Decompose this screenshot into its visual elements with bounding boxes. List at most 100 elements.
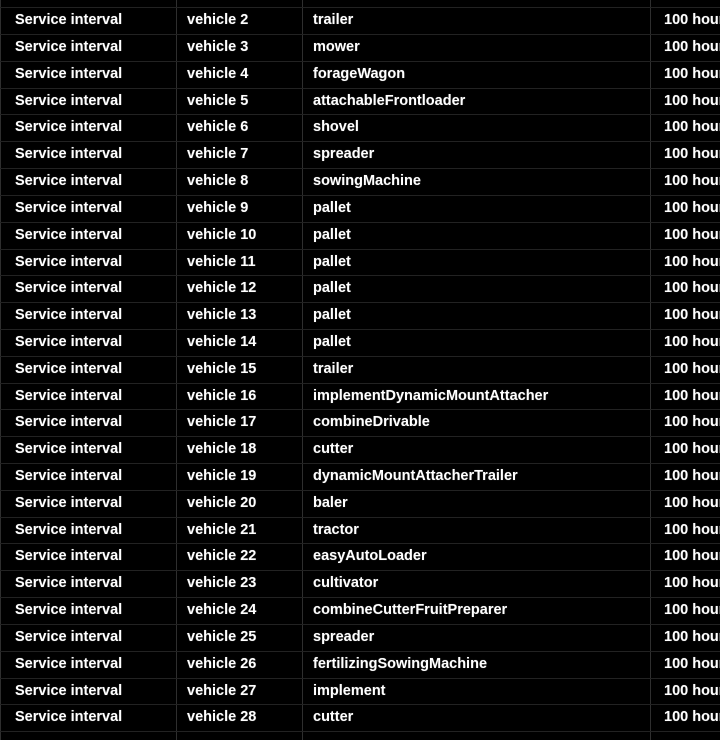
table-row[interactable]: Service intervalvehicle 6shovel100 hours xyxy=(0,114,720,143)
cell-type: Service interval xyxy=(0,543,177,572)
table-row[interactable]: Service interval vehicle 25 spreader 100 ho… xyxy=(0,623,720,652)
cell-vehicle: vehicle 28 xyxy=(176,704,303,733)
table-row[interactable]: Service interval vehicle 5 attachableFront… xyxy=(0,87,720,116)
cell-empty-type xyxy=(0,731,177,740)
cell-type: Service interval xyxy=(0,221,177,250)
cell-category: easyAutoLoader xyxy=(302,543,651,572)
table-row[interactable]: Service intervalvehicle 14pallet100 hour… xyxy=(0,328,720,357)
cell-vehicle: vehicle 14 xyxy=(176,328,303,357)
cell-value: 100 hours xyxy=(650,409,720,438)
cell-type: Service interval xyxy=(0,516,177,545)
table-row[interactable]: Service interval vehicle 27 implement 100 h… xyxy=(0,677,720,706)
cell-value: 100 hours xyxy=(650,60,720,89)
cell-vehicle: vehicle 12 xyxy=(176,275,303,304)
table-row[interactable]: Service interval vehicle 15 trailer 100 hou… xyxy=(0,355,720,384)
cell-vehicle: vehicle 3 xyxy=(176,34,303,62)
cell-category: shovel xyxy=(302,114,651,143)
cell-value: 100 hours xyxy=(650,34,720,62)
cell-category: cutter xyxy=(302,704,651,733)
cell-vehicle: vehicle 27 xyxy=(176,677,303,706)
table-row[interactable]: Service interval vehicle 7 spreader 100 hou… xyxy=(0,141,720,170)
table-row[interactable]: Service interval vehicle 26 fertilizingSow… xyxy=(0,650,720,679)
table-row[interactable]: Service interval vehicle 19 dynamicMountAt… xyxy=(0,463,720,491)
table-row[interactable]: Service intervalvehicle 13pallet100 hour… xyxy=(0,302,720,330)
cell-type: Service interval xyxy=(0,463,177,491)
cell-type: Service interval xyxy=(0,382,177,411)
table-row[interactable]: Service interval vehicle 21 tractor 100 hou… xyxy=(0,516,720,545)
cell-vehicle: vehicle 10 xyxy=(176,221,303,250)
table-row[interactable]: Service intervalvehicle 3mower100 hours xyxy=(0,34,720,62)
cell-category: pallet xyxy=(302,275,651,304)
table-row[interactable]: Service interval vehicle 24 combineCutterF… xyxy=(0,597,720,625)
cell-value: 100 hours xyxy=(650,463,720,491)
cell-value: 100 hours xyxy=(650,677,720,706)
cell-value: 100 hours xyxy=(650,248,720,277)
cell-type: Service interval xyxy=(0,7,177,36)
cell-value: 100 hours xyxy=(650,87,720,116)
table-row[interactable]: Service intervalvehicle 20baler100 hours xyxy=(0,489,720,518)
cell-value: 100 hours xyxy=(650,570,720,599)
cell-vehicle: vehicle 25 xyxy=(176,623,303,652)
cell-value: 100 hours xyxy=(650,275,720,304)
cell-category: attachableFrontloader xyxy=(302,87,651,116)
table-row[interactable]: Service interval vehicle 4 forageWagon 100 … xyxy=(0,60,720,89)
cell-type: Service interval xyxy=(0,650,177,679)
cell-type: Service interval xyxy=(0,141,177,170)
table-row[interactable]: Service intervalvehicle 28cutter100 hour… xyxy=(0,704,720,733)
cell-category: pallet xyxy=(302,248,651,277)
table-row[interactable]: Service intervalvehicle 1tractor100 hour… xyxy=(0,0,720,9)
cell-category: cutter xyxy=(302,436,651,465)
cell-vehicle: vehicle 26 xyxy=(176,650,303,679)
table-row[interactable]: Service intervalvehicle 12pallet100 hour… xyxy=(0,275,720,304)
cell-type: Service interval xyxy=(0,328,177,357)
cell-category: pallet xyxy=(302,328,651,357)
cell-type: Service interval xyxy=(0,597,177,625)
cell-value: 100 hours xyxy=(650,623,720,652)
table-row[interactable]: Service intervalvehicle 18cutter100 hour… xyxy=(0,436,720,465)
cell-empty-category xyxy=(302,731,651,740)
cell-type: Service interval xyxy=(0,436,177,465)
cell-vehicle: vehicle 5 xyxy=(176,87,303,116)
cell-category: spreader xyxy=(302,141,651,170)
cell-category: combineCutterFruitPreparer xyxy=(302,597,651,625)
table-viewport: Service intervalvehicle 1tractor100 hour… xyxy=(0,0,720,740)
table-row[interactable]: Service interval vehicle 23 cultivator 100 … xyxy=(0,570,720,599)
cell-type: Service interval xyxy=(0,409,177,438)
table-row[interactable]: Service intervalvehicle 9pallet100 hours xyxy=(0,194,720,223)
service-interval-table: Service intervalvehicle 1tractor100 hour… xyxy=(0,0,720,740)
service-interval-table-body: Service intervalvehicle 1tractor100 hour… xyxy=(0,0,720,740)
cell-vehicle: vehicle 18 xyxy=(176,436,303,465)
cell-value: 100 hours xyxy=(650,328,720,357)
cell-type: Service interval xyxy=(0,570,177,599)
cell-value: 100 hours xyxy=(650,436,720,465)
cell-value: 100 hours xyxy=(650,355,720,384)
table-row[interactable]: Service interval vehicle 8 sowingMachine 10… xyxy=(0,168,720,196)
cell-type: Service interval xyxy=(0,194,177,223)
cell-value: 100 hours xyxy=(650,302,720,330)
cell-vehicle: vehicle 21 xyxy=(176,516,303,545)
cell-type: Service interval xyxy=(0,248,177,277)
cell-vehicle: vehicle 7 xyxy=(176,141,303,170)
cell-type: Service interval xyxy=(0,704,177,733)
cell-vehicle: vehicle 16 xyxy=(176,382,303,411)
cell-value: 100 hours xyxy=(650,114,720,143)
cell-type: Service interval xyxy=(0,34,177,62)
cell-type: Service interval xyxy=(0,302,177,330)
table-row[interactable]: Service intervalvehicle 10pallet100 hour… xyxy=(0,221,720,250)
cell-vehicle: vehicle 17 xyxy=(176,409,303,438)
cell-vehicle: vehicle 23 xyxy=(176,570,303,599)
cell-category: implement xyxy=(302,677,651,706)
table-row[interactable]: Service interval vehicle 22 easyAutoLoader… xyxy=(0,543,720,572)
table-row[interactable]: Service intervalvehicle 11pallet100 hour… xyxy=(0,248,720,277)
table-row[interactable]: Service interval vehicle 16 implementDynam… xyxy=(0,382,720,411)
cell-category: tractor xyxy=(302,516,651,545)
cell-category: spreader xyxy=(302,623,651,652)
cell-type: Service interval xyxy=(0,0,177,9)
cell-category: sowingMachine xyxy=(302,168,651,196)
table-row[interactable]: Service intervalvehicle 2trailer100 hour… xyxy=(0,7,720,36)
table-row-empty xyxy=(0,731,720,740)
table-row[interactable]: Service interval vehicle 17 combineDrivabl… xyxy=(0,409,720,438)
cell-type: Service interval xyxy=(0,60,177,89)
cell-vehicle: vehicle 4 xyxy=(176,60,303,89)
cell-empty-value xyxy=(650,731,720,740)
